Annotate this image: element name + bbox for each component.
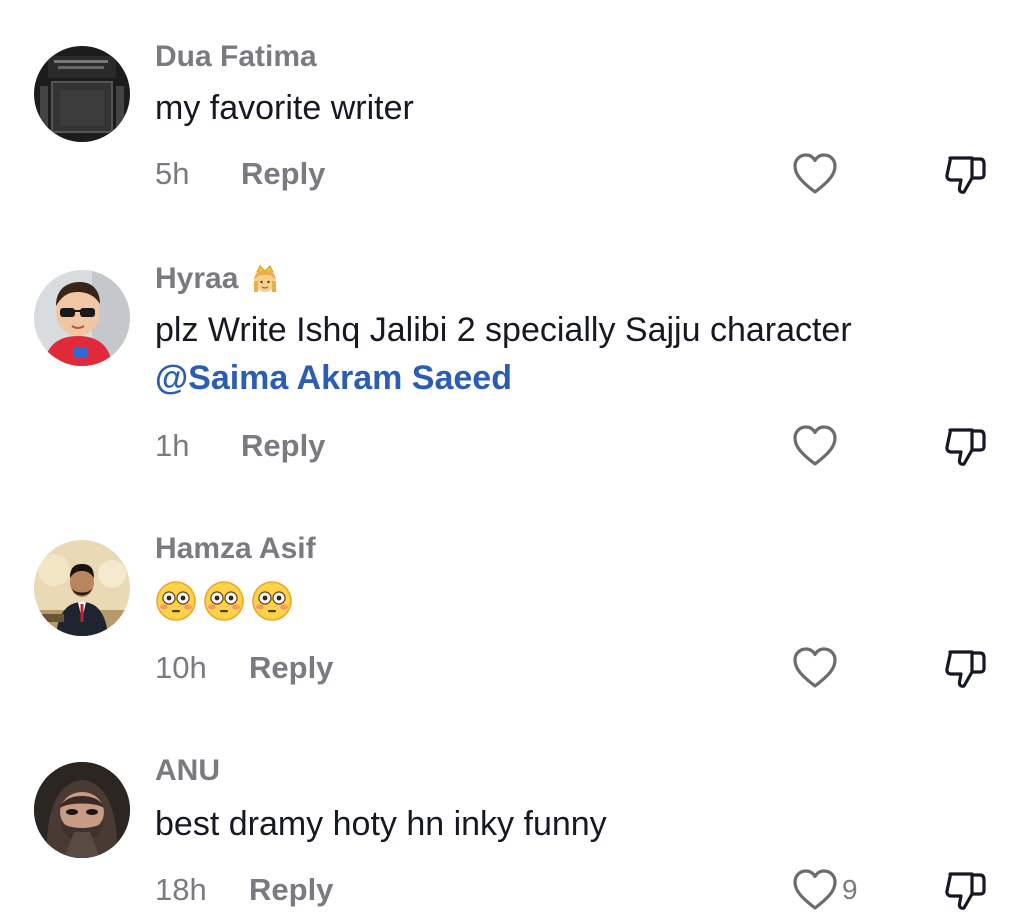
comment-meta: 10h Reply (155, 650, 333, 686)
dislike-button[interactable] (942, 424, 990, 475)
thumbs-down-icon (945, 650, 986, 688)
comment-author[interactable]: Dua Fatima (155, 40, 317, 74)
author-name[interactable]: ANU (155, 754, 220, 788)
like-button[interactable] (792, 424, 838, 468)
comment-author[interactable]: ANU (155, 754, 220, 788)
comment-item: ANU best dramy hoty hn inky funny 18h Re… (0, 722, 1024, 919)
thumbs-down-icon (945, 156, 986, 194)
like-count: 9 (842, 874, 858, 905)
man-in-suit-avatar-icon (34, 540, 130, 636)
comment-meta: 18h Reply (155, 872, 333, 908)
flushed-face-emoji (204, 581, 244, 621)
comment-time: 10h (155, 650, 207, 685)
comment-meta: 5h Reply (155, 156, 325, 192)
avatar[interactable] (34, 540, 130, 636)
princess-emoji-icon (254, 265, 277, 292)
comment-time: 1h (155, 428, 190, 463)
reply-button[interactable]: Reply (241, 428, 325, 464)
comment-text: plz Write Ishq Jalibi 2 specially Sajju … (155, 306, 852, 402)
comment-item: Hamza Asif 10h Reply (0, 500, 1024, 720)
comment-author[interactable]: Hyraa (155, 262, 280, 296)
author-name[interactable]: Dua Fatima (155, 40, 317, 74)
comment-text: best dramy hoty hn inky funny (155, 805, 607, 843)
comment-item: Hyraa plz Write Ishq Jalibi 2 specially … (0, 230, 1024, 480)
heart-outline-icon (793, 153, 837, 194)
comment-author[interactable]: Hamza Asif (155, 532, 316, 566)
heart-outline-icon (793, 647, 837, 688)
heart-outline-icon (793, 425, 837, 466)
avatar[interactable] (34, 762, 130, 858)
avatar[interactable] (34, 46, 130, 142)
reply-button[interactable]: Reply (249, 872, 333, 908)
dislike-button[interactable] (942, 868, 990, 919)
woman-with-hijab-avatar-icon (34, 762, 130, 858)
comment-text (155, 580, 293, 622)
child-with-sunglasses-avatar-icon (34, 270, 130, 366)
flushed-face-emoji (156, 581, 196, 621)
author-name[interactable]: Hyraa (155, 262, 238, 296)
like-button[interactable] (792, 646, 838, 690)
dislike-button[interactable] (942, 152, 990, 203)
comment-body: plz Write Ishq Jalibi 2 specially Sajju … (155, 311, 852, 349)
comment-item: Dua Fatima my favorite writer 5h Reply (0, 0, 1024, 220)
dislike-button[interactable] (942, 646, 990, 697)
comment-time: 5h (155, 156, 190, 191)
comment-text: my favorite writer (155, 89, 414, 127)
thumbs-down-icon (945, 872, 986, 910)
mention-link[interactable]: @Saima Akram Saeed (155, 354, 852, 402)
thumbs-down-icon (945, 428, 986, 466)
dark-frame-avatar-icon (34, 46, 130, 142)
reply-button[interactable]: Reply (249, 650, 333, 686)
comment-meta: 1h Reply (155, 428, 325, 464)
like-button[interactable] (792, 152, 838, 196)
like-button[interactable]: 9 (792, 868, 858, 912)
avatar[interactable] (34, 270, 130, 366)
heart-outline-icon (793, 869, 837, 910)
reply-button[interactable]: Reply (241, 156, 325, 192)
comment-time: 18h (155, 872, 207, 907)
flushed-face-emoji (252, 581, 292, 621)
author-name[interactable]: Hamza Asif (155, 532, 316, 566)
